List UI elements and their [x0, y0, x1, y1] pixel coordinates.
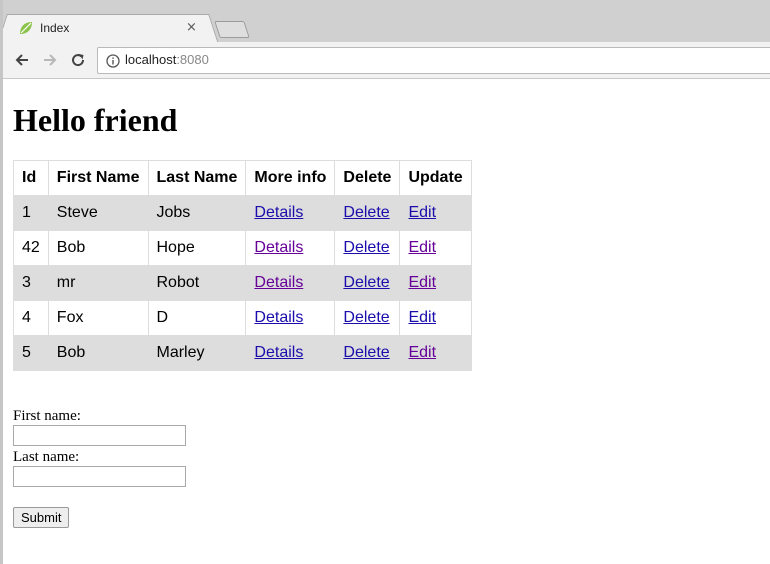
add-person-form: First name: Last name: Submit [13, 407, 186, 528]
new-tab-button[interactable] [214, 21, 250, 38]
back-arrow-icon[interactable] [12, 50, 32, 70]
table-row: 5 Bob Marley Details Delete Edit [13, 335, 472, 371]
cell-id: 4 [13, 300, 49, 336]
header-last-name: Last Name [147, 160, 247, 196]
cell-id: 3 [13, 265, 49, 301]
cell-id: 5 [13, 335, 49, 371]
cell-delete: Delete [334, 265, 401, 301]
header-id: Id [13, 160, 49, 196]
details-link[interactable]: Details [254, 309, 303, 326]
first-name-field[interactable] [13, 425, 186, 446]
cell-first-name: mr [47, 265, 149, 301]
table-row: 3 mr Robot Details Delete Edit [13, 265, 472, 301]
tab-strip: Index × [0, 0, 770, 42]
cell-id: 1 [13, 195, 49, 231]
delete-link[interactable]: Delete [343, 344, 389, 361]
edit-link[interactable]: Edit [408, 274, 436, 291]
cell-last-name: D [147, 300, 247, 336]
edit-link[interactable]: Edit [408, 309, 436, 326]
cell-update: Edit [399, 300, 472, 336]
cell-delete: Delete [334, 230, 401, 266]
tab-content: Index [18, 14, 69, 42]
info-icon[interactable] [106, 54, 120, 68]
cell-delete: Delete [334, 195, 401, 231]
spring-leaf-icon [20, 22, 32, 34]
cell-id: 42 [13, 230, 49, 266]
last-name-label: Last name: [13, 449, 80, 465]
delete-link[interactable]: Delete [343, 239, 389, 256]
table-row: 4 Fox D Details Delete Edit [13, 300, 472, 336]
cell-first-name: Steve [47, 195, 149, 231]
edit-link[interactable]: Edit [408, 204, 436, 221]
submit-button[interactable]: Submit [13, 507, 70, 528]
cell-more-info: Details [245, 300, 336, 336]
cell-last-name: Hope [147, 230, 247, 266]
details-link[interactable]: Details [254, 274, 303, 291]
details-link[interactable]: Details [254, 204, 303, 221]
table-header-row: Id First Name Last Name More info Delete… [13, 160, 472, 196]
delete-link[interactable]: Delete [343, 309, 389, 326]
cell-update: Edit [399, 335, 472, 371]
tab-title: Index [40, 21, 70, 35]
people-table: Id First Name Last Name More info Delete… [13, 160, 472, 371]
forward-arrow-icon[interactable] [40, 50, 60, 70]
window-frame [0, 0, 3, 564]
close-icon[interactable]: × [186, 20, 197, 36]
cell-update: Edit [399, 265, 472, 301]
cell-more-info: Details [245, 265, 336, 301]
details-link[interactable]: Details [254, 344, 303, 361]
page-title: Hello friend [13, 102, 178, 138]
delete-link[interactable]: Delete [343, 274, 389, 291]
cell-last-name: Robot [147, 265, 247, 301]
cell-last-name: Marley [147, 335, 247, 371]
table-row: 1 Steve Jobs Details Delete Edit [13, 195, 472, 231]
cell-delete: Delete [334, 335, 401, 371]
cell-first-name: Fox [47, 300, 149, 336]
table-row: 42 Bob Hope Details Delete Edit [13, 230, 472, 266]
cell-more-info: Details [245, 335, 336, 371]
last-name-field[interactable] [13, 466, 186, 487]
edit-link[interactable]: Edit [408, 239, 436, 256]
header-delete: Delete [334, 160, 401, 196]
url-host: localhost [125, 52, 177, 67]
cell-update: Edit [399, 195, 472, 231]
url-port: :8080 [176, 52, 209, 67]
reload-icon[interactable] [68, 50, 88, 70]
cell-more-info: Details [245, 195, 336, 231]
edit-link[interactable]: Edit [408, 344, 436, 361]
header-first-name: First Name [47, 160, 149, 196]
header-update: Update [399, 160, 472, 196]
details-link[interactable]: Details [254, 239, 303, 256]
address-bar[interactable]: localhost:8080 [97, 47, 770, 74]
cell-first-name: Bob [47, 335, 149, 371]
delete-link[interactable]: Delete [343, 204, 389, 221]
cell-first-name: Bob [47, 230, 149, 266]
cell-last-name: Jobs [147, 195, 247, 231]
browser-toolbar: localhost:8080 [0, 42, 770, 79]
url-text: localhost:8080 [125, 52, 209, 67]
cell-more-info: Details [245, 230, 336, 266]
cell-update: Edit [399, 230, 472, 266]
first-name-label: First name: [13, 408, 81, 424]
header-more-info: More info [245, 160, 336, 196]
cell-delete: Delete [334, 300, 401, 336]
